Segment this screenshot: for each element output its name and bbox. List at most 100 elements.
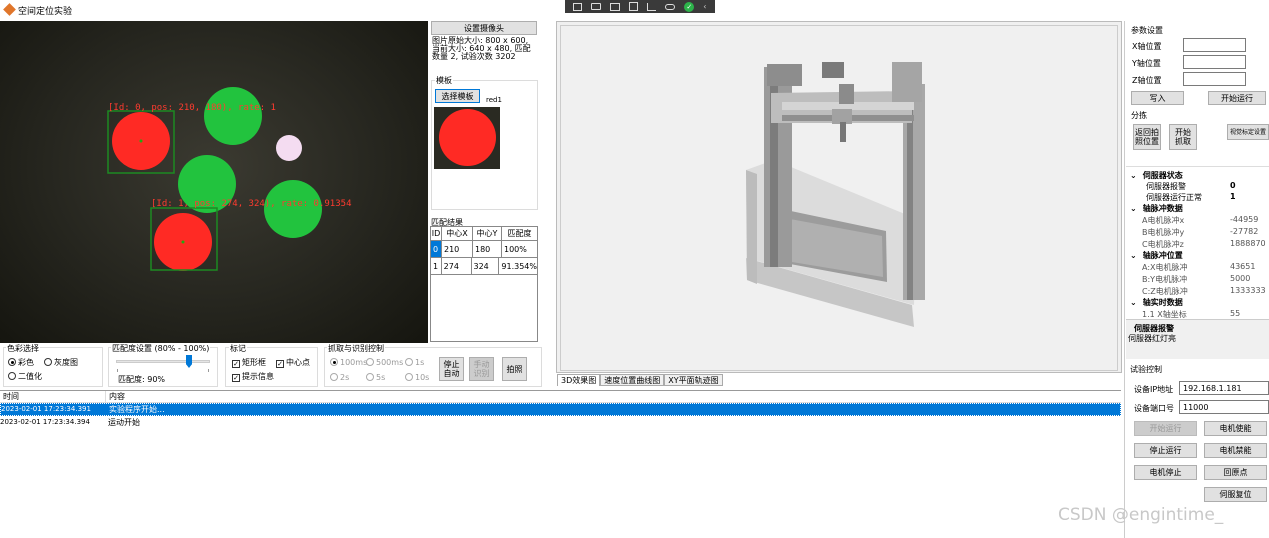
realtime-data-section[interactable]: ⌄ 轴实时数据 bbox=[1130, 297, 1183, 308]
color-select-title: 色彩选择 bbox=[6, 343, 40, 354]
tab-xy-track[interactable]: XY平面轨迹图 bbox=[664, 374, 723, 386]
match-setting-title: 匹配度设置 (80% - 100%) bbox=[111, 343, 211, 354]
overlay-label: [Id: 1, pos: 274, 324), rate: 0.91354 bbox=[151, 199, 352, 209]
color-radio[interactable]: 彩色 bbox=[8, 357, 34, 368]
chevron-down-icon: ⌄ bbox=[1130, 298, 1137, 307]
share-icon[interactable] bbox=[573, 2, 583, 11]
template-red-ball bbox=[439, 109, 496, 166]
binary-radio[interactable]: 二值化 bbox=[8, 371, 42, 382]
gray-radio[interactable]: 灰度图 bbox=[44, 357, 78, 368]
stop-run-button[interactable]: 停止运行 bbox=[1134, 443, 1197, 458]
motor-stop-button[interactable]: 电机停止 bbox=[1134, 465, 1197, 480]
home-button[interactable]: 回原点 bbox=[1204, 465, 1267, 480]
check-icon[interactable]: ✓ bbox=[684, 1, 695, 12]
match-header-row: ID 中心X 中心Y 匹配度 bbox=[431, 227, 537, 241]
floating-toolbar: ✓ ‹ bbox=[565, 0, 715, 13]
servo-status-section[interactable]: ⌄ 伺服器状态 bbox=[1130, 170, 1183, 181]
match-table: ID 中心X 中心Y 匹配度 0 210 180 100% 1 274 324 … bbox=[430, 226, 538, 342]
interval-100ms[interactable]: 100ms bbox=[330, 358, 367, 367]
y-pos-input[interactable] bbox=[1183, 55, 1246, 69]
table-row[interactable]: 1 274 324 91.354% bbox=[431, 258, 537, 275]
photo-button[interactable]: 拍照 bbox=[502, 357, 527, 381]
ip-input[interactable]: 192.168.1.181 bbox=[1179, 381, 1269, 395]
pulse-position-section[interactable]: ⌄ 轴脉冲位置 bbox=[1130, 250, 1183, 261]
interval-1s[interactable]: 1s bbox=[405, 358, 424, 367]
set-camera-button[interactable]: 设置摄像头 bbox=[431, 21, 537, 35]
center-point bbox=[139, 139, 143, 143]
slider-ticks bbox=[117, 369, 209, 372]
manual-recognize-button[interactable]: 手动 识别 bbox=[469, 357, 494, 381]
3d-view-panel bbox=[556, 21, 1122, 373]
return-photo-position-button[interactable]: 返回拍 照位置 bbox=[1133, 124, 1161, 150]
log-header: 时间 内容 bbox=[0, 391, 1121, 403]
z-pos-input[interactable] bbox=[1183, 72, 1246, 86]
green-ball bbox=[264, 180, 322, 238]
machine-3d-model bbox=[746, 62, 925, 327]
write-button[interactable]: 写入 bbox=[1131, 91, 1184, 105]
motor-disable-button[interactable]: 电机禁能 bbox=[1204, 443, 1267, 458]
bottom-tabs: 3D效果图 速度位置曲线图 XY平面轨迹图 bbox=[557, 374, 723, 386]
z-pos-label: Z轴位置 bbox=[1132, 76, 1162, 85]
x-pos-label: X轴位置 bbox=[1132, 42, 1162, 51]
start-run-exp-button[interactable]: 开始运行 bbox=[1134, 421, 1197, 436]
tab-3d[interactable]: 3D效果图 bbox=[557, 374, 601, 386]
watermark: CSDN @engintime_ bbox=[1058, 505, 1224, 525]
center-checkbox[interactable]: ✓ 中心点 bbox=[276, 357, 310, 368]
monitor-icon[interactable] bbox=[610, 2, 621, 11]
template-image bbox=[434, 107, 500, 169]
ip-label: 设备IP地址 bbox=[1134, 385, 1174, 394]
port-input[interactable]: 11000 bbox=[1179, 400, 1269, 414]
match-slider-track[interactable] bbox=[116, 360, 210, 363]
interval-2s[interactable]: 2s bbox=[330, 373, 349, 382]
log-row[interactable]: 2023-02-01 17:23:34.394 运动开始 bbox=[0, 416, 1121, 429]
chevron-down-icon: ⌄ bbox=[1130, 204, 1137, 213]
interval-500ms[interactable]: 500ms bbox=[366, 358, 403, 367]
servo-reset-button[interactable]: 伺服复位 bbox=[1204, 487, 1267, 502]
start-run-button[interactable]: 开始运行 bbox=[1208, 91, 1266, 105]
params-title: 参数设置 bbox=[1131, 26, 1163, 35]
chevron-down-icon: ⌄ bbox=[1130, 171, 1137, 180]
chevron-down-icon: ⌄ bbox=[1130, 251, 1137, 260]
interval-10s[interactable]: 10s bbox=[405, 373, 429, 382]
camera-icon[interactable] bbox=[591, 3, 602, 10]
stop-auto-button[interactable]: 停止 自动 bbox=[439, 357, 464, 381]
camera-scene bbox=[107, 87, 322, 271]
pulse-data-section[interactable]: ⌄ 轴脉冲数据 bbox=[1130, 203, 1183, 214]
experiment-title: 试验控制 bbox=[1130, 365, 1162, 374]
chevron-left-icon[interactable]: ‹ bbox=[703, 2, 706, 11]
start-grab-button[interactable]: 开始 抓取 bbox=[1169, 124, 1197, 150]
window-title: 空间定位实验 bbox=[18, 7, 73, 17]
servo-tree: ⌄ 伺服器状态 伺服器报警 0 伺服器运行正常 1 ⌄ 轴脉冲数据 A电机脉冲x -… bbox=[1126, 166, 1269, 319]
log-row[interactable]: 2023-02-01 17:23:34.391 实验程序开始... bbox=[0, 403, 1121, 416]
mark-title: 标记 bbox=[229, 343, 247, 354]
sort-title: 分拣 bbox=[1131, 111, 1147, 120]
vision-calibration-button[interactable]: 视觉标定设置 bbox=[1227, 124, 1269, 140]
log-header-content[interactable]: 内容 bbox=[106, 391, 1121, 402]
interval-5s[interactable]: 5s bbox=[366, 373, 385, 382]
screen-icon[interactable] bbox=[629, 2, 639, 11]
camera-view: [Id: 0, pos: 210, 180), rate: 1 [Id: 1, … bbox=[0, 21, 428, 343]
tree-icon[interactable] bbox=[647, 2, 657, 11]
app-logo-icon bbox=[3, 3, 16, 16]
rect-checkbox[interactable]: ✓ 矩形框 bbox=[232, 357, 266, 368]
capture-title: 抓取与识别控制 bbox=[327, 343, 385, 354]
center-point bbox=[181, 240, 185, 244]
log-panel: 时间 内容 2023-02-01 17:23:34.391 实验程序开始... … bbox=[0, 390, 1121, 538]
select-template-button[interactable]: 选择模板 bbox=[435, 89, 480, 103]
table-row[interactable]: 0 210 180 100% bbox=[431, 241, 537, 258]
green-ball bbox=[204, 87, 262, 145]
link-icon[interactable] bbox=[665, 3, 676, 10]
white-ball bbox=[276, 135, 302, 161]
template-title: 模板 bbox=[435, 75, 453, 86]
x-pos-input[interactable] bbox=[1183, 38, 1246, 52]
port-label: 设备端口号 bbox=[1134, 404, 1174, 413]
motor-enable-button[interactable]: 电机使能 bbox=[1204, 421, 1267, 436]
log-header-time[interactable]: 时间 bbox=[0, 391, 106, 402]
overlay-label: [Id: 0, pos: 210, 180), rate: 1 bbox=[108, 103, 276, 113]
y-pos-label: Y轴位置 bbox=[1132, 59, 1161, 68]
match-value-label: 匹配度: 90% bbox=[118, 375, 166, 384]
alarm-panel: 伺服器报警 伺服器红灯亮 bbox=[1126, 319, 1269, 359]
tab-speed-curve[interactable]: 速度位置曲线图 bbox=[600, 374, 665, 386]
template-name: red1 bbox=[486, 96, 502, 104]
hint-checkbox[interactable]: ✓ 提示信息 bbox=[232, 371, 274, 382]
